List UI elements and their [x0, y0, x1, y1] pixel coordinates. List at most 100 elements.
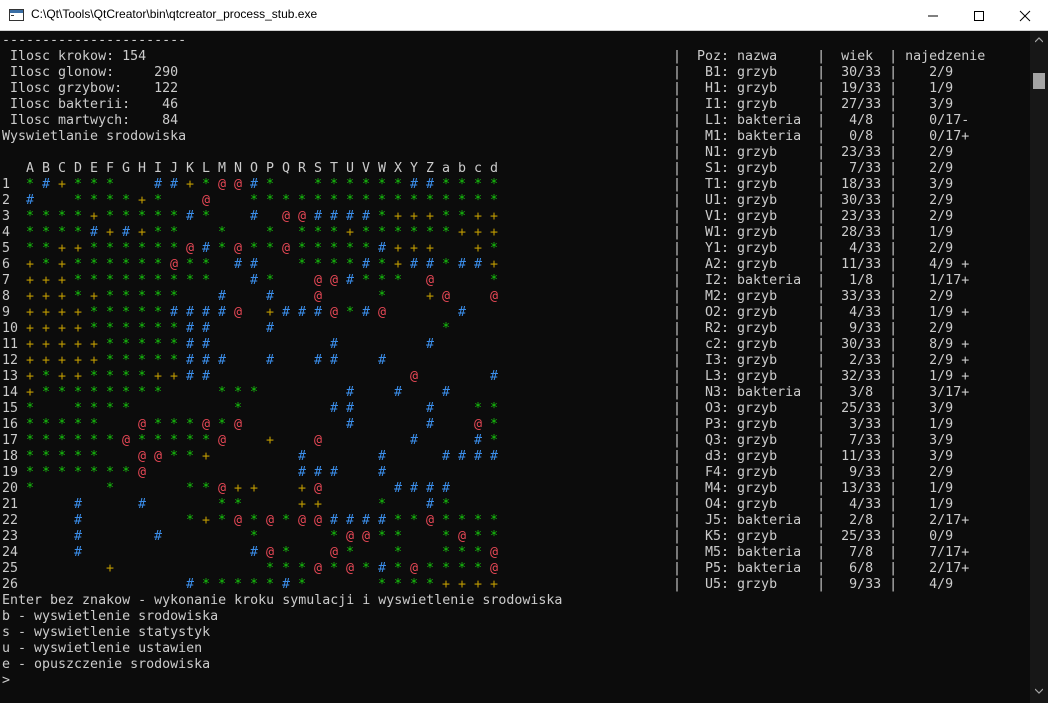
table-row: | U1: grzyb | 30/33 | 2/9	[673, 193, 954, 208]
grid-cell: *	[121, 305, 130, 320]
grid-row-label: 21	[2, 497, 19, 512]
grid-cell: +	[41, 289, 50, 304]
close-button[interactable]	[1002, 0, 1048, 31]
maximize-button[interactable]	[956, 0, 1002, 31]
grid-cell: #	[313, 305, 322, 320]
grid-cell: *	[441, 529, 450, 544]
grid-cell: *	[361, 193, 370, 208]
grid-cell: +	[25, 385, 34, 400]
grid-cell: *	[265, 577, 274, 592]
grid-cell: *	[249, 193, 258, 208]
minimize-button[interactable]	[910, 0, 956, 31]
grid-column-label: I	[153, 161, 162, 176]
grid-cell: +	[489, 225, 498, 240]
grid-cell: #	[425, 417, 434, 432]
grid-cell: *	[137, 241, 146, 256]
grid-cell: *	[473, 513, 482, 528]
grid-cell: *	[121, 369, 130, 384]
grid-cell: *	[313, 193, 322, 208]
grid-cell: +	[89, 353, 98, 368]
grid-cell: *	[409, 225, 418, 240]
grid-cell: *	[89, 369, 98, 384]
grid-cell: +	[41, 305, 50, 320]
console-output[interactable]: ----------------------- Ilosc krokow: 15…	[0, 31, 1030, 703]
grid-cell: *	[137, 321, 146, 336]
table-row: | M4: grzyb | 13/33 | 1/9	[673, 481, 954, 496]
grid-cell: +	[57, 273, 66, 288]
grid-cell: *	[169, 417, 178, 432]
grid-cell: *	[281, 193, 290, 208]
grid-cell: *	[169, 273, 178, 288]
grid-cell: #	[121, 225, 130, 240]
grid-cell: *	[169, 241, 178, 256]
grid-cell: *	[89, 417, 98, 432]
grid-cell: *	[425, 577, 434, 592]
grid-cell: *	[393, 561, 402, 576]
grid-cell: +	[297, 481, 306, 496]
grid-cell: #	[441, 481, 450, 496]
scrollbar-thumb[interactable]	[1033, 73, 1045, 89]
grid-cell: *	[457, 193, 466, 208]
grid-cell: @	[409, 369, 418, 384]
grid-cell: *	[281, 513, 290, 528]
scroll-down-icon[interactable]	[1035, 688, 1043, 694]
grid-cell: *	[441, 177, 450, 192]
grid-cell: *	[89, 401, 98, 416]
grid-cell: *	[297, 225, 306, 240]
grid-cell: +	[201, 449, 210, 464]
grid-cell: *	[233, 497, 242, 512]
grid-cell: #	[425, 337, 434, 352]
grid-cell: *	[201, 273, 210, 288]
table-row: | Y1: grzyb | 4/33 | 2/9	[673, 241, 954, 256]
grid-cell: @	[201, 193, 210, 208]
grid-cell: *	[57, 225, 66, 240]
grid-cell: +	[489, 257, 498, 272]
menu-line: e - opuszczenie srodowiska	[2, 657, 211, 672]
grid-cell: *	[345, 257, 354, 272]
grid-cell: +	[25, 337, 34, 352]
grid-cell: #	[201, 337, 210, 352]
grid-cell: @	[137, 465, 146, 480]
grid-cell: *	[105, 177, 114, 192]
grid-row-label: 24	[2, 545, 19, 560]
grid-cell: *	[441, 225, 450, 240]
grid-cell: *	[121, 353, 130, 368]
grid-cell: *	[217, 417, 226, 432]
grid-cell: *	[105, 401, 114, 416]
grid-cell: *	[489, 177, 498, 192]
grid-cell: @	[457, 529, 466, 544]
grid-cell: @	[473, 417, 482, 432]
grid-cell: *	[105, 289, 114, 304]
grid-cell: *	[185, 417, 194, 432]
console-icon	[9, 9, 24, 21]
grid-cell: *	[249, 513, 258, 528]
grid-cell: *	[137, 289, 146, 304]
scroll-up-icon[interactable]	[1035, 37, 1043, 43]
grid-cell: *	[153, 209, 162, 224]
grid-column-label: N	[233, 161, 242, 176]
grid-cell: *	[137, 385, 146, 400]
table-row: | N1: grzyb | 23/33 | 2/9	[673, 145, 954, 160]
grid-cell: *	[57, 417, 66, 432]
grid-cell: +	[57, 353, 66, 368]
grid-cell: #	[473, 449, 482, 464]
menu-line: u - wyswietlenie ustawien	[2, 641, 203, 656]
grid-cell: +	[409, 241, 418, 256]
grid-cell: +	[137, 225, 146, 240]
grid-cell: #	[41, 177, 50, 192]
grid-cell: *	[25, 449, 34, 464]
grid-cell: +	[409, 209, 418, 224]
grid-cell: #	[185, 577, 194, 592]
grid-cell: +	[393, 241, 402, 256]
grid-cell: @	[313, 273, 322, 288]
grid-cell: +	[73, 353, 82, 368]
grid-cell: *	[137, 273, 146, 288]
grid-cell: *	[185, 513, 194, 528]
grid-cell: *	[121, 273, 130, 288]
grid-cell: *	[105, 193, 114, 208]
vertical-scrollbar[interactable]	[1030, 31, 1048, 703]
grid-cell: *	[441, 193, 450, 208]
grid-cell: #	[489, 369, 498, 384]
grid-cell: +	[41, 321, 50, 336]
grid-cell: *	[425, 561, 434, 576]
